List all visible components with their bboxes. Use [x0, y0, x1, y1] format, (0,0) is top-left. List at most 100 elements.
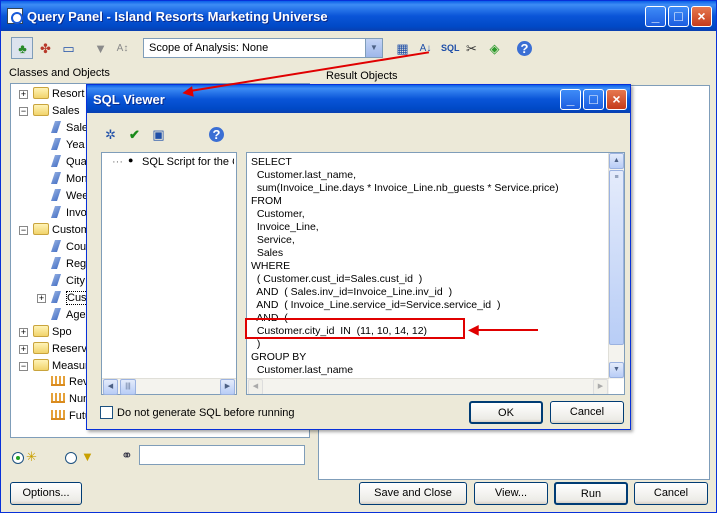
scroll-right-icon[interactable]: ▶	[220, 379, 235, 395]
help-button[interactable]: ?	[513, 37, 535, 59]
tree-item[interactable]: − Custom	[19, 223, 90, 240]
tree-item[interactable]: Futu	[51, 410, 91, 427]
floppy-disk-icon: ▣	[152, 127, 165, 142]
sql-close-button[interactable]: ×	[606, 89, 627, 110]
scroll-down-icon[interactable]: ▼	[609, 362, 624, 378]
sql-vertical-scrollbar[interactable]: ▲ ≡ ▼	[608, 153, 624, 379]
app-icon	[7, 8, 23, 24]
tree-item[interactable]: Wee	[51, 189, 88, 206]
sql-maximize-button[interactable]: □	[583, 89, 604, 110]
tree-item-label: Resort	[52, 88, 85, 100]
tree-item[interactable]: Mon	[51, 172, 87, 189]
close-button[interactable]: ×	[691, 6, 712, 27]
no-generate-sql-checkbox[interactable]	[100, 406, 113, 419]
title-bar[interactable]: Query Panel - Island Resorts Marketing U…	[1, 1, 716, 31]
expand-icon[interactable]: +	[19, 90, 28, 99]
tree-item[interactable]: Cou	[51, 240, 86, 257]
tree-item-label: Cus	[66, 291, 88, 305]
sort-columns-button[interactable]: A↓	[414, 37, 436, 59]
minimize-button[interactable]: _	[645, 6, 666, 27]
scroll-left-icon[interactable]: ◀	[103, 379, 118, 395]
tree-item[interactable]: − Sales	[19, 104, 80, 121]
sql-line: Sales	[251, 247, 284, 259]
sql-help-button[interactable]: ?	[205, 123, 227, 145]
folder-icon	[33, 342, 49, 354]
maximize-button[interactable]: □	[668, 6, 689, 27]
dimension-icon	[51, 240, 61, 252]
find-input[interactable]	[139, 445, 305, 465]
expand-icon[interactable]: +	[37, 294, 46, 303]
no-generate-sql-label: Do not generate SQL before running	[117, 407, 295, 419]
check-sql-button[interactable]: ✔	[123, 123, 145, 145]
sql-script-item[interactable]: SQL Script for the Q	[142, 156, 234, 168]
dimension-icon	[51, 274, 61, 286]
scroll-up-icon[interactable]: ▲	[609, 153, 624, 169]
combined-queries-button[interactable]: ✂	[460, 37, 482, 59]
classes-view-radio[interactable]	[12, 452, 24, 464]
tree-item-label: Reg	[66, 258, 87, 270]
collapse-icon[interactable]: −	[19, 226, 28, 235]
filters-view-radio[interactable]	[65, 452, 77, 464]
filter-button[interactable]: ▼	[89, 37, 111, 59]
tree-item[interactable]: Qua	[51, 155, 87, 172]
dimension-icon	[51, 257, 61, 269]
options-button[interactable]: Options...	[10, 482, 82, 505]
expand-icon[interactable]: +	[19, 345, 28, 354]
window-title: Query Panel - Island Resorts Marketing U…	[27, 9, 328, 24]
sql-icon: SQL	[441, 43, 460, 53]
sql-button[interactable]: SQL	[437, 37, 460, 59]
scope-value: Scope of Analysis: None	[149, 42, 269, 54]
tree-item[interactable]: Age	[51, 308, 86, 325]
tree-item[interactable]: + Cus	[37, 291, 88, 308]
tree-item-label: Invo	[66, 207, 87, 219]
sql-line: GROUP BY	[251, 351, 307, 363]
tree-dots: ···	[112, 156, 123, 168]
collapse-icon[interactable]: −	[19, 362, 28, 371]
tree-item[interactable]: Reg	[51, 257, 86, 274]
measure-icon	[51, 393, 65, 403]
predefined-conditions-button[interactable]: ✤	[34, 37, 56, 59]
expand-icon[interactable]: +	[19, 328, 28, 337]
sql-viewer-title-bar[interactable]: SQL Viewer _ □ ×	[87, 85, 630, 113]
sql-script-tree[interactable]: ··· ● SQL Script for the Q ◀ ||| ▶	[101, 152, 237, 395]
sql-options-button[interactable]: ✲	[99, 123, 121, 145]
sort-button[interactable]: A↕	[111, 37, 133, 59]
classes-view-button[interactable]: ♣	[11, 37, 33, 59]
tree-item[interactable]: Yea	[51, 138, 85, 155]
dimension-icon	[51, 172, 61, 184]
tree-item[interactable]: + Reserv	[19, 342, 87, 359]
folder-icon	[33, 104, 49, 116]
refresh-button[interactable]: ◈	[483, 37, 505, 59]
save-and-close-button[interactable]: Save and Close	[359, 482, 467, 505]
scope-of-analysis-select[interactable]: Scope of Analysis: None ▼	[143, 38, 383, 58]
tree-item[interactable]: Sale	[51, 121, 88, 138]
sql-text-area[interactable]: SELECT Customer.last_name, sum(Invoice_L…	[246, 152, 625, 395]
sql-ok-button[interactable]: OK	[469, 401, 543, 424]
tree-item-label: City	[66, 275, 85, 287]
scroll-thumb[interactable]: |||	[120, 379, 136, 395]
sql-minimize-button[interactable]: _	[560, 89, 581, 110]
cancel-button[interactable]: Cancel	[634, 482, 708, 505]
collapse-icon[interactable]: −	[19, 107, 28, 116]
tree-item[interactable]: + Resort	[19, 87, 85, 104]
tree-item[interactable]: Invo	[51, 206, 87, 223]
dimension-icon	[51, 121, 61, 133]
tree-item[interactable]: City	[51, 274, 85, 291]
tree-item-label: Yea	[66, 139, 85, 151]
tree-horizontal-scrollbar[interactable]: ◀ ||| ▶	[102, 378, 236, 395]
tree-item[interactable]: − Measur	[19, 359, 89, 376]
run-button[interactable]: Run	[554, 482, 628, 505]
sql-horizontal-scrollbar[interactable]: ◀ ▶	[247, 378, 609, 394]
tree-item[interactable]: + Spo	[19, 325, 72, 342]
chevron-down-icon[interactable]: ▼	[365, 39, 382, 57]
scroll-thumb-vertical[interactable]: ≡	[609, 170, 624, 345]
scroll-right-icon: ▶	[593, 379, 608, 394]
view-button[interactable]: View...	[474, 482, 548, 505]
show-list-button[interactable]: ▭	[57, 37, 79, 59]
tree-item-label: Sales	[52, 105, 80, 117]
sql-cancel-button[interactable]: Cancel	[550, 401, 624, 424]
tree-item[interactable]: Rev	[51, 376, 89, 393]
save-sql-button[interactable]: ▣	[147, 123, 169, 145]
binoculars-icon[interactable]: ⚭	[121, 447, 133, 464]
sparkle-icon: ✳	[26, 449, 37, 464]
